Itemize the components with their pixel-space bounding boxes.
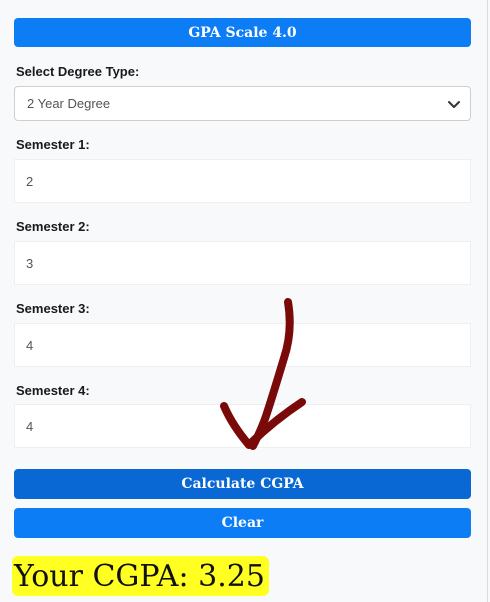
semester-1-input[interactable]: 2 (14, 159, 471, 203)
semester-2-input[interactable]: 3 (14, 241, 471, 285)
degree-type-value: 2 Year Degree (27, 96, 111, 111)
semester-1-value: 2 (26, 173, 34, 189)
chevron-down-icon (448, 101, 460, 108)
semester-4-value: 4 (26, 418, 34, 434)
degree-type-select[interactable]: 2 Year Degree (14, 86, 471, 121)
gpa-scale-button[interactable]: GPA Scale 4.0 (14, 18, 471, 47)
semester-1-label: Semester 1: (16, 137, 90, 152)
semester-4-input[interactable]: 4 (14, 404, 471, 448)
semester-3-value: 4 (26, 337, 34, 353)
degree-type-label: Select Degree Type: (16, 64, 140, 79)
semester-2-label: Semester 2: (16, 219, 90, 234)
cgpa-calculator: GPA Scale 4.0 Select Degree Type: 2 Year… (0, 0, 490, 602)
calculate-cgpa-button[interactable]: Calculate CGPA (14, 469, 471, 499)
clear-button[interactable]: Clear (14, 508, 471, 538)
cgpa-result: Your CGPA: 3.25 (12, 556, 269, 596)
semester-2-value: 3 (26, 255, 34, 271)
semester-3-label: Semester 3: (16, 301, 90, 316)
semester-4-label: Semester 4: (16, 383, 90, 398)
semester-3-input[interactable]: 4 (14, 323, 471, 367)
right-divider (487, 0, 488, 602)
